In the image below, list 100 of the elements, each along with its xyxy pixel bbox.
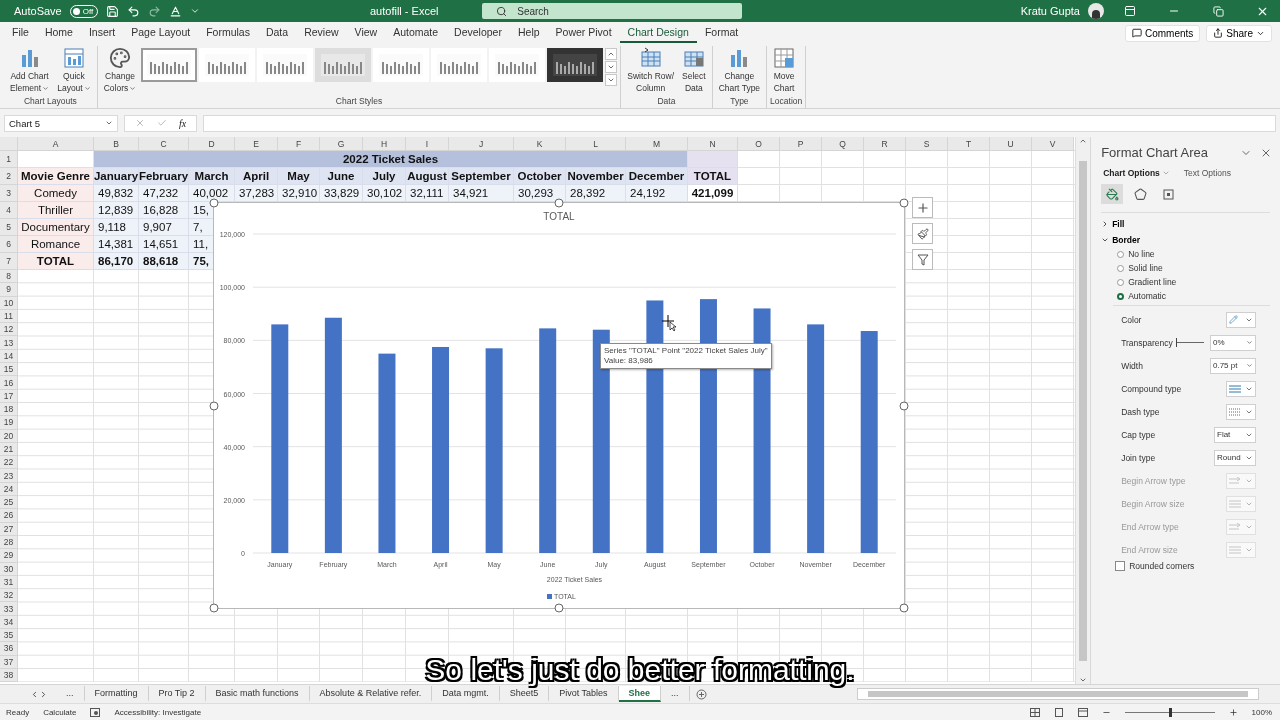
row-header[interactable]: 13: [0, 336, 18, 350]
bar[interactable]: [860, 331, 878, 553]
column-header[interactable]: O: [738, 137, 780, 151]
chart-styles-button[interactable]: [912, 223, 933, 244]
resize-handle[interactable]: [209, 603, 219, 613]
resize-handle[interactable]: [554, 198, 564, 208]
more-sheets-button[interactable]: ...: [56, 686, 85, 702]
sheet-tab[interactable]: Pro Tip 2: [148, 686, 206, 702]
radio-button[interactable]: [1117, 292, 1125, 300]
ribbon-button[interactable]: Change Colors: [100, 46, 140, 94]
bar[interactable]: [432, 347, 450, 553]
ribbon-tab[interactable]: Formulas: [198, 23, 258, 43]
ribbon-tab[interactable]: Data: [257, 23, 297, 43]
chart-style-thumbnail[interactable]: [547, 48, 604, 82]
column-header[interactable]: R: [864, 137, 906, 151]
row-header[interactable]: 33: [0, 602, 18, 616]
row-header[interactable]: 29: [0, 549, 18, 563]
ribbon-tab[interactable]: View: [346, 23, 386, 43]
sheet-tab[interactable]: Absolute & Relative refer.: [309, 686, 433, 702]
zoom-level[interactable]: 100%: [1251, 707, 1272, 717]
resize-handle[interactable]: [899, 198, 909, 208]
search-field[interactable]: Search: [482, 3, 743, 19]
column-header[interactable]: S: [906, 137, 948, 151]
column-header[interactable]: N: [688, 137, 738, 151]
bar[interactable]: [271, 324, 289, 553]
normal-view-icon[interactable]: [1029, 707, 1040, 717]
dropdown[interactable]: Round: [1214, 449, 1256, 466]
row-header[interactable]: 3: [0, 185, 18, 202]
resize-handle[interactable]: [209, 198, 219, 208]
bar[interactable]: [807, 324, 825, 553]
column-header[interactable]: L: [566, 137, 626, 151]
paint-bucket-icon[interactable]: [1101, 184, 1124, 204]
chart-style-thumbnail[interactable]: [315, 48, 372, 82]
radio-button[interactable]: [1117, 278, 1125, 286]
chart-style-thumbnail[interactable]: [199, 48, 256, 82]
row-header[interactable]: 32: [0, 589, 18, 603]
column-header[interactable]: H: [363, 137, 406, 151]
column-header[interactable]: E: [235, 137, 278, 151]
row-header[interactable]: 25: [0, 496, 18, 510]
column-header[interactable]: D: [189, 137, 235, 151]
horizontal-scrollbar[interactable]: [856, 688, 1259, 700]
accessibility-status[interactable]: Accessibility: Investigate: [114, 707, 202, 717]
row-header[interactable]: 8: [0, 270, 18, 284]
previous-sheet-icon[interactable]: [30, 689, 39, 699]
column-header[interactable]: G: [320, 137, 363, 151]
chart-style-thumbnail[interactable]: [431, 48, 488, 82]
row-header[interactable]: 26: [0, 509, 18, 523]
ribbon-display-icon[interactable]: [1124, 5, 1136, 17]
bar[interactable]: [753, 308, 771, 553]
resize-handle[interactable]: [899, 603, 909, 613]
ribbon-tab[interactable]: Developer: [446, 23, 510, 43]
bar[interactable]: [539, 328, 557, 553]
gallery-down-icon[interactable]: [605, 61, 618, 73]
section-header[interactable]: Border: [1101, 235, 1140, 245]
customize-caret-icon[interactable]: [190, 6, 201, 16]
zoom-in-icon[interactable]: [1228, 707, 1238, 717]
pane-tab[interactable]: Chart Options: [1103, 168, 1170, 178]
row-header[interactable]: 6: [0, 236, 18, 253]
spin-field[interactable]: 0%: [1210, 334, 1256, 351]
row-header[interactable]: 9: [0, 283, 18, 297]
resize-handle[interactable]: [899, 401, 909, 410]
column-header[interactable]: V: [1032, 137, 1074, 151]
chart-elements-button[interactable]: [912, 197, 933, 218]
more-sheets-button[interactable]: ...: [661, 686, 690, 702]
column-header[interactable]: Q: [822, 137, 864, 151]
save-icon[interactable]: [106, 4, 120, 18]
sheet-tab[interactable]: Data mgmt.: [432, 686, 500, 702]
insert-function-button[interactable]: fx: [179, 117, 187, 129]
sheet-tab[interactable]: Basic math functions: [205, 686, 310, 702]
gallery-more-icon[interactable]: [605, 74, 618, 86]
comments-button[interactable]: Comments: [1124, 24, 1201, 42]
column-header[interactable]: K: [514, 137, 566, 151]
column-header[interactable]: A: [18, 137, 94, 151]
chart-filters-button[interactable]: [912, 249, 933, 270]
page-layout-icon[interactable]: [1053, 707, 1064, 717]
undo-icon[interactable]: [127, 4, 141, 18]
ribbon-button[interactable]: Switch Row/ Column: [624, 46, 678, 94]
row-header[interactable]: 2: [0, 168, 18, 185]
ribbon-tab[interactable]: Review: [296, 23, 347, 43]
ribbon-tab[interactable]: File: [4, 23, 37, 43]
sheet-tab[interactable]: Formatting: [84, 686, 149, 702]
ribbon-tab[interactable]: Chart Design: [619, 23, 697, 43]
bar[interactable]: [485, 348, 503, 553]
restore-icon[interactable]: [1212, 5, 1224, 17]
ribbon-button[interactable]: Quick Layout: [54, 46, 94, 94]
row-header[interactable]: 7: [0, 253, 18, 270]
row-header[interactable]: 12: [0, 323, 18, 337]
resize-handle[interactable]: [209, 401, 219, 410]
macro-record-icon[interactable]: [90, 707, 101, 717]
column-header[interactable]: U: [990, 137, 1032, 151]
next-sheet-icon[interactable]: [39, 689, 48, 699]
section-header[interactable]: Fill: [1101, 219, 1125, 229]
checkbox[interactable]: [1115, 561, 1126, 571]
row-header[interactable]: 4: [0, 202, 18, 219]
ribbon-button[interactable]: Select Data: [679, 46, 709, 94]
spin-field[interactable]: 0.75 pt: [1210, 357, 1256, 374]
font-color-icon[interactable]: [169, 4, 183, 18]
column-header[interactable]: F: [278, 137, 320, 151]
share-button[interactable]: Share: [1206, 24, 1272, 42]
ribbon-tab[interactable]: Help: [509, 23, 548, 43]
